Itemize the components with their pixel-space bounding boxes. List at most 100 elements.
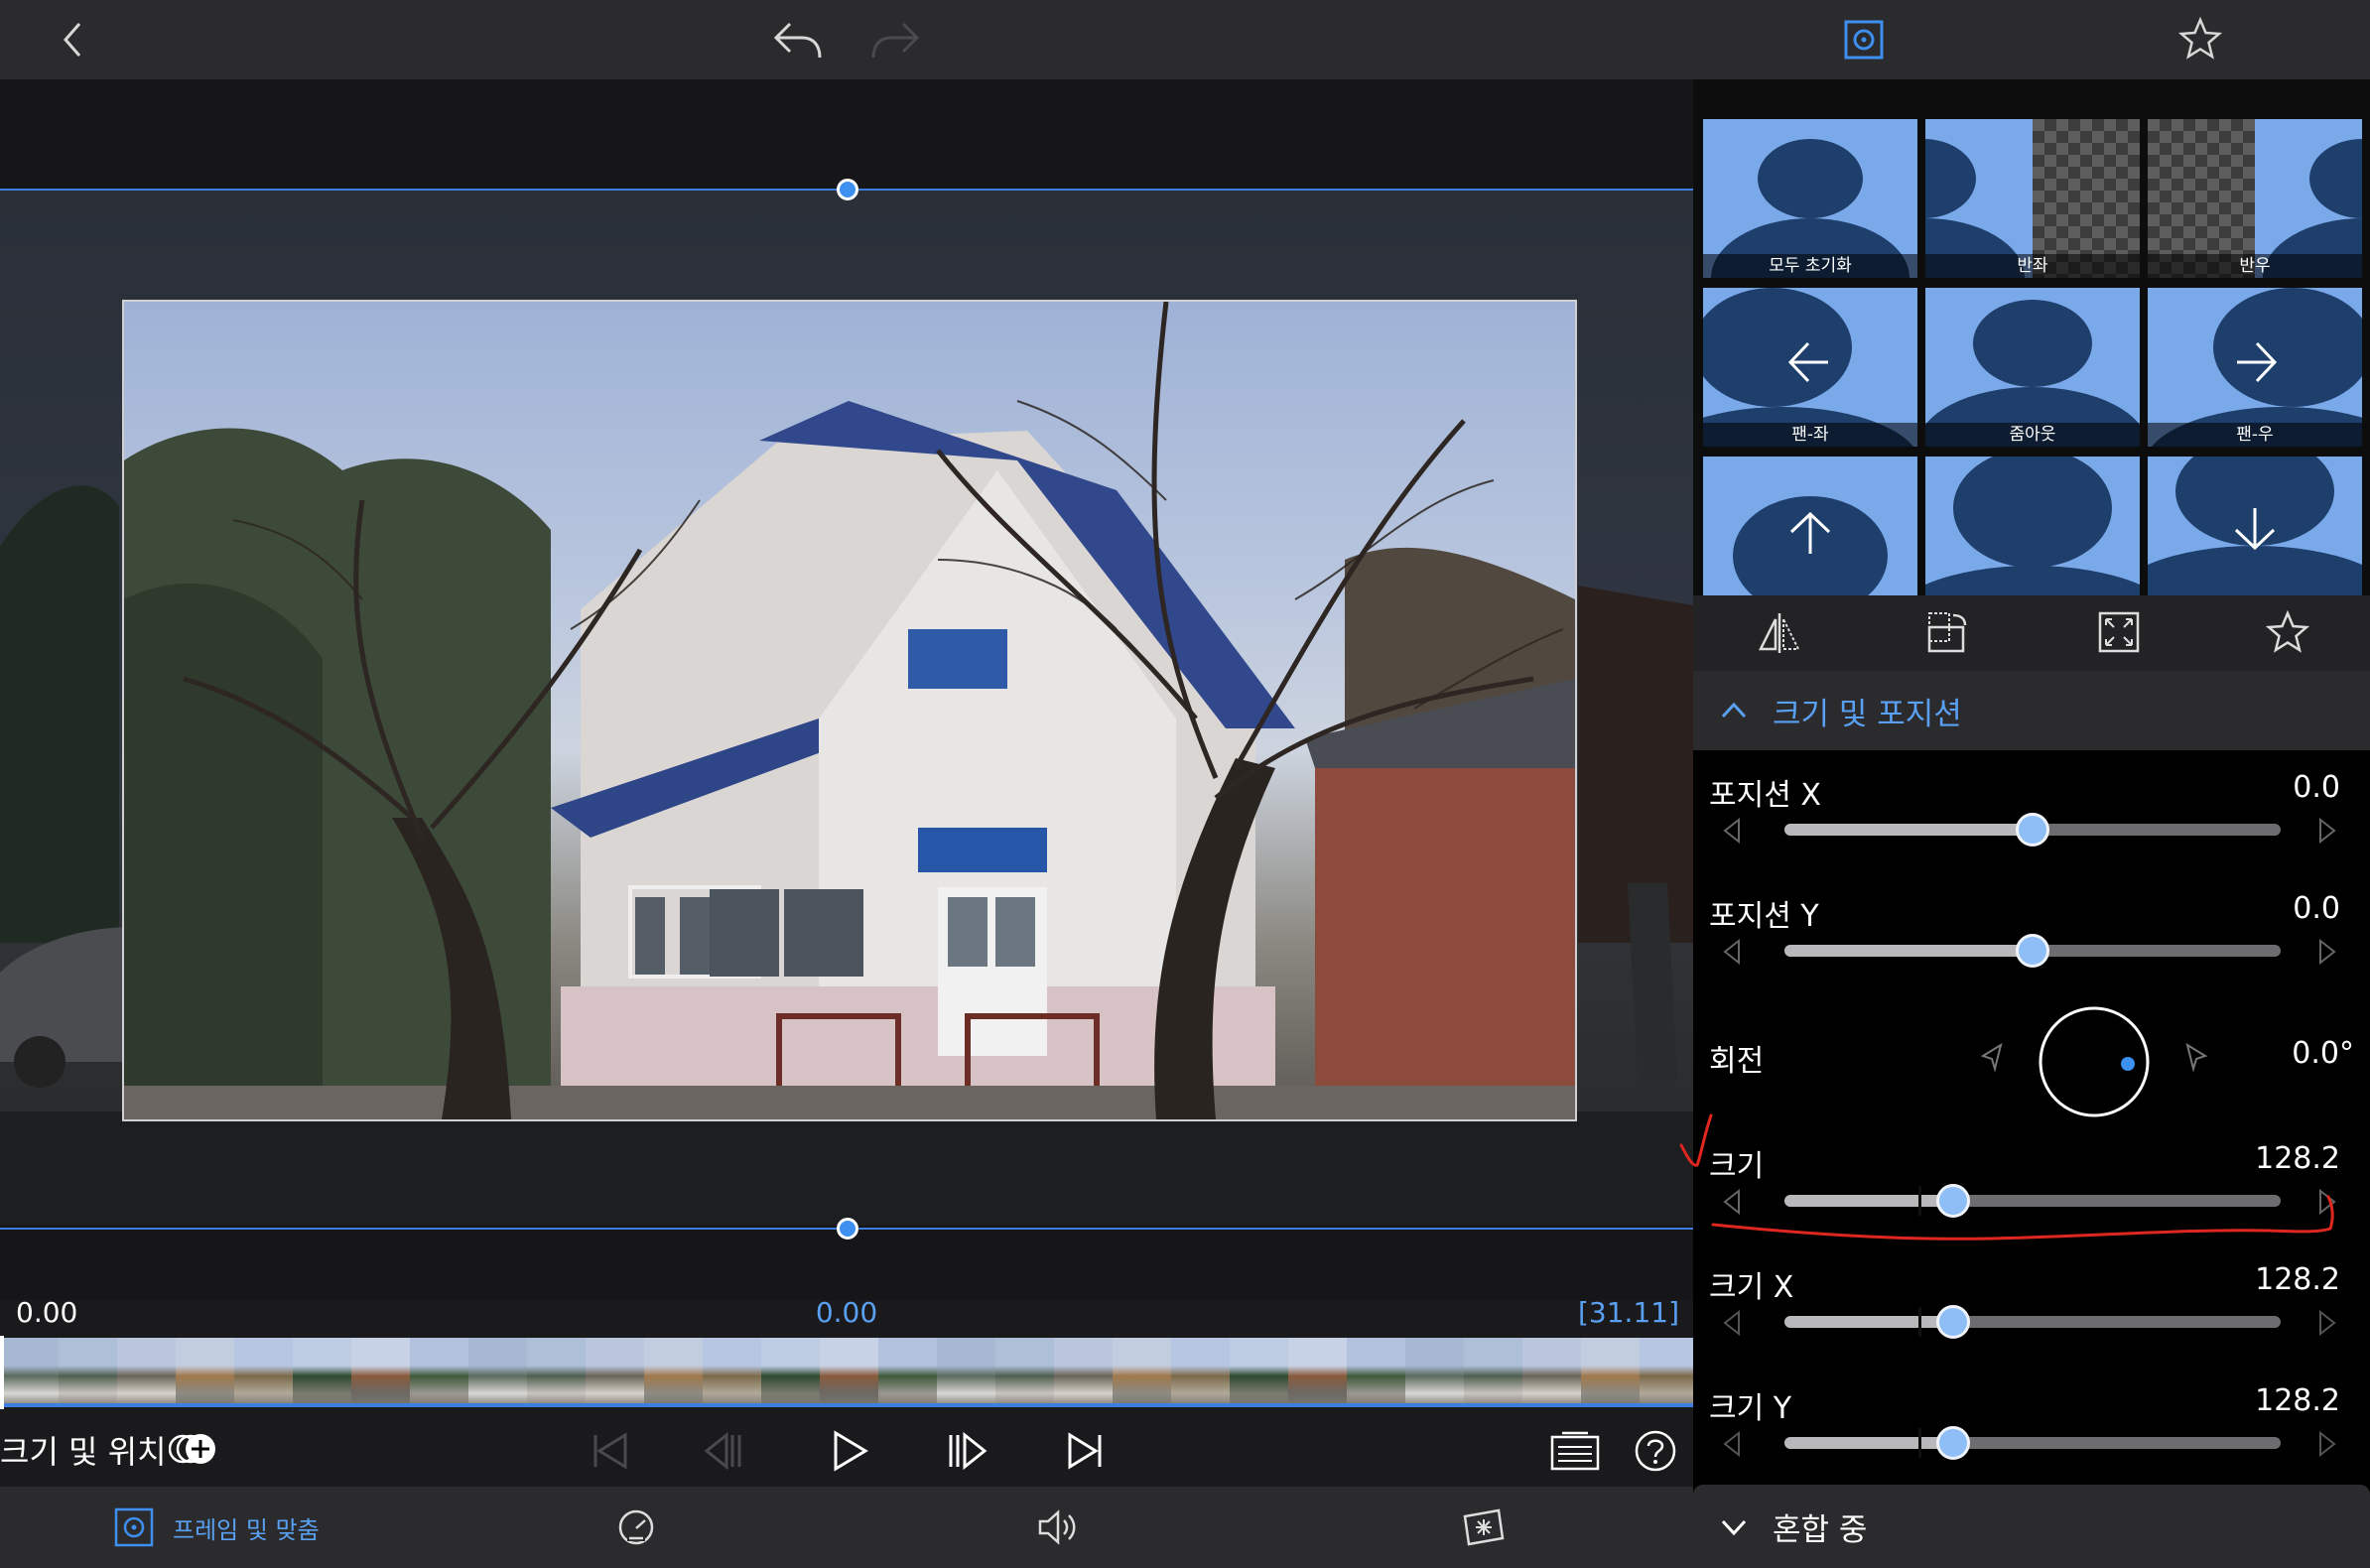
flip-button[interactable]	[1757, 611, 1802, 655]
preset-label: 줌아웃	[1925, 423, 2140, 447]
head-shape	[1925, 139, 1976, 218]
preset-zoom-out[interactable]: 줌아웃	[1925, 288, 2140, 447]
star-icon	[2265, 609, 2310, 653]
default-marker	[1918, 1428, 1921, 1458]
volume-icon	[1038, 1509, 1076, 1545]
filmstrip-frame	[1230, 1338, 1288, 1407]
scale-y-value: 128.2	[2255, 1383, 2340, 1418]
play-button[interactable]	[828, 1429, 871, 1473]
favorite-preset-button[interactable]	[2265, 609, 2310, 655]
annotation-mark	[1679, 1113, 2334, 1241]
scale-y-slider[interactable]	[1784, 1426, 2281, 1460]
skip-start-icon	[593, 1432, 627, 1470]
video-frame[interactable]	[122, 300, 1577, 1121]
decrement-arrow-icon[interactable]	[1723, 1310, 1741, 1336]
preset-half-left[interactable]: 반좌	[1925, 119, 2140, 278]
preset-pan-left[interactable]: 팬-좌	[1703, 288, 1917, 447]
rotation-label: 회전	[1709, 1044, 1765, 1079]
undo-button[interactable]	[770, 18, 826, 62]
flip-icon	[1758, 613, 1800, 653]
crop-handle-bottom[interactable]	[837, 1218, 858, 1240]
filmstrip-frame	[1581, 1338, 1640, 1407]
filmstrip-frame	[1522, 1338, 1581, 1407]
increment-arrow-icon[interactable]	[2318, 1431, 2336, 1457]
increment-arrow-icon[interactable]	[2318, 818, 2336, 844]
skip-to-end-button[interactable]	[1064, 1429, 1108, 1473]
preset-pan-up[interactable]	[1703, 457, 1917, 595]
filmstrip-frame	[761, 1338, 820, 1407]
fit-icon	[2098, 611, 2140, 653]
decrement-arrow-icon[interactable]	[1723, 939, 1741, 965]
tab-volume[interactable]	[1036, 1506, 1084, 1548]
frame-fit-tab-button[interactable]	[1842, 18, 1886, 62]
filmstrip-frame	[1288, 1338, 1347, 1407]
filmstrip-frame	[468, 1338, 527, 1407]
filmstrip-frame	[995, 1338, 1054, 1407]
add-keyframe-button[interactable]	[169, 1429, 220, 1469]
filmstrip-frame	[0, 1338, 59, 1407]
favorite-button[interactable]	[2177, 16, 2223, 62]
tab-effects[interactable]	[1461, 1506, 1507, 1548]
clip-list-button[interactable]	[1548, 1429, 1602, 1473]
preset-pan-right[interactable]: 팬-우	[2148, 288, 2362, 447]
slider-knob[interactable]	[2016, 934, 2049, 968]
rotate-left-icon[interactable]	[1979, 1042, 2005, 1072]
next-frame-button[interactable]	[945, 1429, 988, 1473]
slider-knob[interactable]	[2016, 813, 2049, 847]
tab-speed[interactable]	[615, 1506, 657, 1548]
chevron-left-icon	[64, 23, 81, 57]
tab-frame-fit[interactable]: 프레임 및 맞춤	[113, 1506, 320, 1548]
mode-label: 크기 및 위치	[0, 1433, 167, 1471]
filmstrip-frame	[937, 1338, 995, 1407]
scale-x-value: 128.2	[2255, 1262, 2340, 1297]
arrow-left-icon	[1787, 341, 1828, 383]
help-button[interactable]	[1634, 1429, 1677, 1473]
size-position-header[interactable]: 크기 및 포지션	[1693, 671, 2370, 750]
filmstrip-frame	[410, 1338, 468, 1407]
position-x-slider[interactable]	[1784, 813, 2281, 847]
preset-reset-all[interactable]: 모두 초기화	[1703, 119, 1917, 278]
increment-arrow-icon[interactable]	[2318, 939, 2336, 965]
speed-icon	[618, 1509, 654, 1545]
rotate-button[interactable]	[1925, 609, 1971, 655]
playhead[interactable]	[0, 1336, 4, 1409]
add-keyframe-icon	[169, 1434, 215, 1464]
chevron-down-icon	[1721, 1519, 1747, 1536]
skip-end-icon	[1068, 1432, 1102, 1470]
head-shape	[1953, 457, 2112, 568]
filmstrip-frame	[117, 1338, 176, 1407]
redo-button[interactable]	[867, 18, 923, 62]
filmstrip-frame	[820, 1338, 878, 1407]
filmstrip-frame	[59, 1338, 117, 1407]
preset-label: 반우	[2148, 254, 2362, 278]
rotation-dial[interactable]	[2037, 1004, 2152, 1119]
back-button[interactable]	[58, 18, 87, 62]
scene-illustration	[124, 302, 1575, 1119]
frame-fit-icon	[1844, 20, 1884, 60]
filmstrip-frame	[1464, 1338, 1522, 1407]
decrement-arrow-icon[interactable]	[1723, 818, 1741, 844]
bottom-tab-bar: 프레임 및 맞춤	[0, 1487, 1693, 1568]
size-position-title: 크기 및 포지션	[1773, 697, 1962, 732]
previous-frame-button[interactable]	[703, 1429, 746, 1473]
skip-to-start-button[interactable]	[588, 1429, 631, 1473]
crop-handle-top[interactable]	[837, 179, 858, 200]
rotate-icon	[1927, 612, 1967, 653]
preset-label: 모두 초기화	[1703, 254, 1917, 278]
timeline-filmstrip[interactable]	[0, 1338, 1693, 1407]
scale-x-slider[interactable]	[1784, 1305, 2281, 1339]
slider-knob[interactable]	[1936, 1305, 1970, 1339]
position-y-slider[interactable]	[1784, 934, 2281, 968]
preset-zoom-in[interactable]	[1925, 457, 2140, 595]
filmstrip-frame	[1640, 1338, 1693, 1407]
decrement-arrow-icon[interactable]	[1723, 1431, 1741, 1457]
slider-knob[interactable]	[1936, 1426, 1970, 1460]
video-preview[interactable]	[0, 79, 1693, 1300]
increment-arrow-icon[interactable]	[2318, 1310, 2336, 1336]
filmstrip-frame	[586, 1338, 644, 1407]
preset-half-right[interactable]: 반우	[2148, 119, 2362, 278]
head-shape	[1758, 139, 1863, 218]
fit-button[interactable]	[2096, 609, 2142, 655]
preset-pan-down[interactable]	[2148, 457, 2362, 595]
blend-header[interactable]: 혼합 중	[1693, 1485, 2370, 1568]
